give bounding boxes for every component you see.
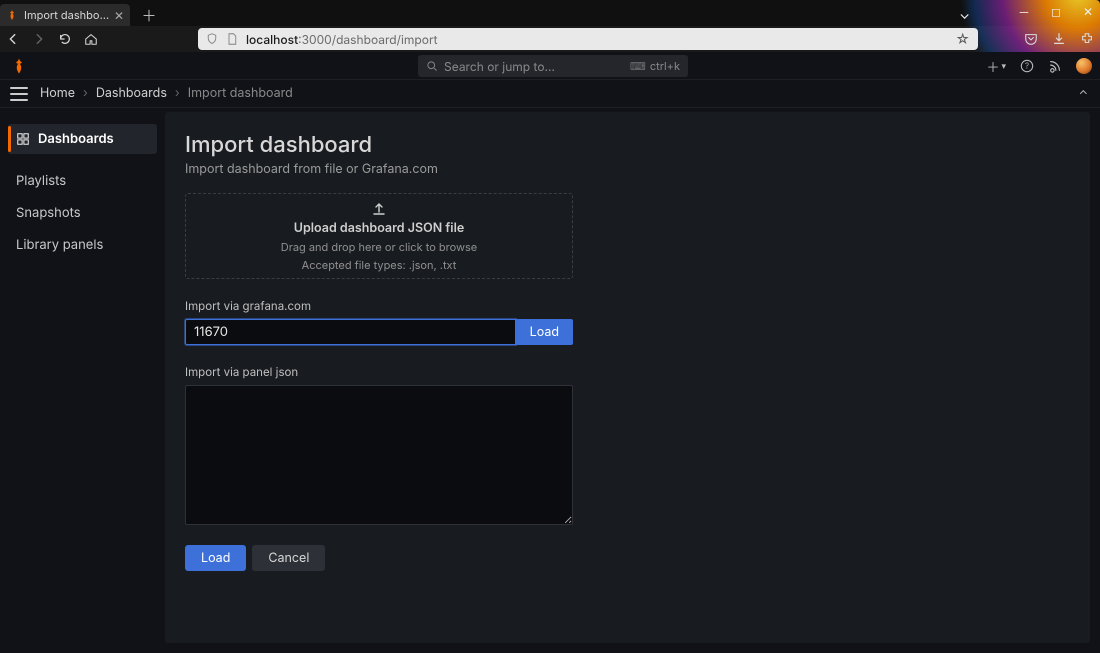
nav-home-icon[interactable]: [84, 32, 98, 46]
grafana-header: Search or jump to... ⌨ ctrl+k ＋ ▾ ?: [0, 52, 1100, 80]
search-shortcut: ctrl+k: [650, 59, 680, 73]
dropzone-title: Upload dashboard JSON file: [294, 221, 464, 236]
sidebar-item-label: Dashboards: [38, 131, 114, 147]
crumb-current: Import dashboard: [188, 86, 293, 101]
tab-close-icon[interactable]: ✕: [114, 8, 124, 23]
search-placeholder: Search or jump to...: [444, 59, 555, 74]
page-icon: [226, 33, 238, 45]
breadcrumb: Home › Dashboards › Import dashboard: [40, 86, 293, 101]
rss-icon[interactable]: [1048, 59, 1062, 73]
crumb-section[interactable]: Dashboards: [96, 86, 167, 101]
user-avatar[interactable]: [1076, 58, 1092, 74]
chevron-down-icon: ▾: [1001, 61, 1006, 72]
crumb-home[interactable]: Home: [40, 86, 75, 101]
tab-title: Import dashboard - Dashboar: [24, 8, 110, 22]
window-minimize-icon[interactable]: ─: [1016, 4, 1032, 19]
sidebar-item-playlists[interactable]: Playlists: [8, 166, 157, 196]
grafanacom-load-button[interactable]: Load: [516, 319, 573, 345]
downloads-icon[interactable]: [1052, 32, 1066, 46]
grafanacom-id-input[interactable]: [185, 319, 516, 345]
collapse-header-icon[interactable]: ⌃: [1079, 87, 1088, 102]
sidebar: Dashboards Playlists Snapshots Library p…: [0, 108, 165, 653]
paneljson-label: Import via panel json: [185, 365, 1070, 379]
svg-text:?: ?: [1025, 61, 1029, 71]
menu-toggle-icon[interactable]: [10, 87, 28, 101]
plus-icon: ＋: [986, 57, 999, 76]
window-close-icon[interactable]: ✕: [1080, 4, 1096, 19]
upload-dropzone[interactable]: Upload dashboard JSON file Drag and drop…: [185, 193, 573, 279]
search-icon: [426, 60, 438, 72]
sidebar-item-dashboards[interactable]: Dashboards: [8, 124, 157, 154]
add-menu[interactable]: ＋ ▾: [986, 57, 1006, 76]
nav-reload-icon[interactable]: [58, 32, 72, 46]
grafana-favicon-icon: [6, 9, 18, 21]
page-title: Import dashboard: [185, 132, 1070, 158]
grafana-logo-icon[interactable]: [10, 57, 28, 75]
pocket-icon[interactable]: [1024, 32, 1038, 46]
dropzone-hint1: Drag and drop here or click to browse: [281, 240, 477, 254]
tab-strip: Import dashboard - Dashboar ✕ ＋: [0, 0, 1100, 26]
nav-back-icon[interactable]: [6, 32, 20, 46]
sidebar-item-label: Playlists: [16, 173, 66, 189]
help-icon[interactable]: ?: [1020, 59, 1034, 73]
global-search[interactable]: Search or jump to... ⌨ ctrl+k: [418, 55, 688, 77]
page-subtitle: Import dashboard from file or Grafana.co…: [185, 162, 1070, 177]
dashboards-icon: [16, 132, 30, 146]
new-tab-button[interactable]: ＋: [136, 4, 162, 26]
window-maximize-icon[interactable]: ◻: [1048, 4, 1064, 19]
upload-icon: [371, 201, 387, 217]
sidebar-item-label: Library panels: [16, 237, 103, 253]
sidebar-item-label: Snapshots: [16, 205, 81, 221]
content-panel: Import dashboard Import dashboard from f…: [165, 112, 1090, 643]
tab-overflow-icon[interactable]: ⌄: [959, 6, 970, 23]
paneljson-textarea[interactable]: [185, 385, 573, 525]
url-host: localhost:3000/dashboard/import: [246, 32, 438, 47]
url-bar[interactable]: localhost:3000/dashboard/import ☆: [198, 28, 978, 50]
cancel-button[interactable]: Cancel: [252, 545, 325, 571]
nav-forward-icon[interactable]: [32, 32, 46, 46]
extensions-icon[interactable]: [1080, 32, 1094, 46]
browser-tab[interactable]: Import dashboard - Dashboar ✕: [0, 4, 130, 26]
chevron-right-icon: ›: [83, 86, 88, 101]
grafanacom-label: Import via grafana.com: [185, 299, 1070, 313]
chevron-right-icon: ›: [175, 86, 180, 101]
load-button[interactable]: Load: [185, 545, 246, 571]
bookmark-star-icon[interactable]: ☆: [955, 31, 970, 48]
sidebar-item-snapshots[interactable]: Snapshots: [8, 198, 157, 228]
dropzone-hint2: Accepted file types: .json, .txt: [302, 258, 457, 272]
keyboard-icon: ⌨: [630, 59, 646, 73]
sidebar-item-library-panels[interactable]: Library panels: [8, 230, 157, 260]
shield-icon: [206, 33, 218, 45]
